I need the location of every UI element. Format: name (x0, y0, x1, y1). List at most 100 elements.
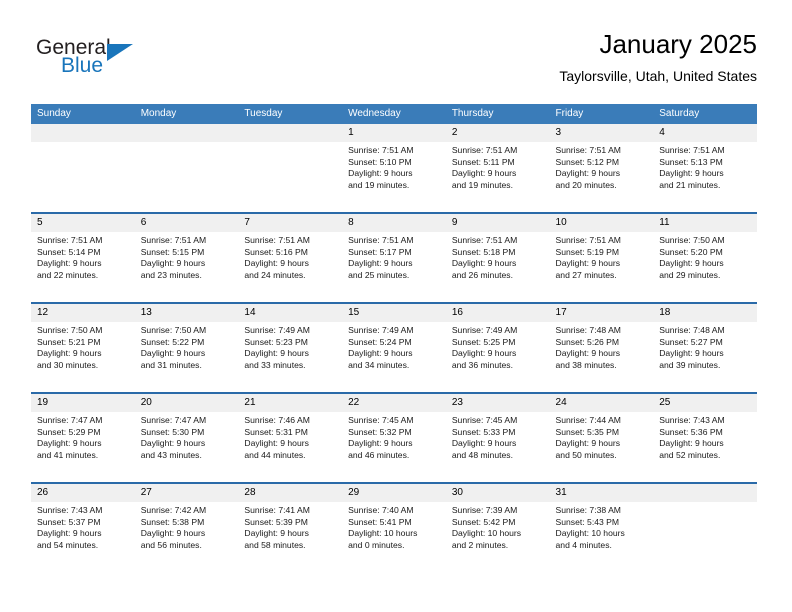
day-cell-4[interactable]: 4 Sunrise: 7:51 AM Sunset: 5:13 PM Daylight… (653, 124, 757, 212)
day-detail-line: Daylight: 9 hours (659, 258, 724, 269)
day-detail-line: Daylight: 9 hours (555, 348, 621, 359)
day-cell-9[interactable]: 9 Sunrise: 7:51 AM Sunset: 5:18 PM Daylight… (445, 214, 550, 302)
day-details: Sunrise: 7:50 AM Sunset: 5:22 PM Daylight:… (135, 322, 239, 371)
day-details: Sunrise: 7:50 AM Sunset: 5:20 PM Daylight:… (653, 232, 757, 281)
day-cell-28[interactable]: 28 Sunrise: 7:41 AM Sunset: 5:39 PM Dayligh… (238, 484, 343, 572)
day-cell-7[interactable]: 7 Sunrise: 7:51 AM Sunset: 5:16 PM Daylight… (238, 214, 343, 302)
day-detail-line: Daylight: 9 hours (140, 258, 206, 269)
day-details: Sunrise: 7:43 AM Sunset: 5:36 PM Daylight:… (653, 412, 757, 461)
day-cell-8[interactable]: 8 Sunrise: 7:51 AM Sunset: 5:17 PM Daylight… (342, 214, 446, 302)
day-cell-25[interactable]: 25 Sunrise: 7:43 AM Sunset: 5:36 PM Dayligh… (653, 394, 757, 482)
day-detail-line: Sunset: 5:31 PM (244, 426, 308, 437)
day-cell-5[interactable]: 5 Sunrise: 7:51 AM Sunset: 5:14 PM Daylight… (31, 214, 135, 302)
day-cell-16[interactable]: 16 Sunrise: 7:49 AM Sunset: 5:25 PM Dayligh… (445, 304, 550, 392)
day-detail-line: Sunrise: 7:50 AM (37, 325, 103, 335)
day-details: Sunrise: 7:39 AM Sunset: 5:42 PM Daylight:… (446, 502, 550, 551)
day-cell-19[interactable]: 19 Sunrise: 7:47 AM Sunset: 5:29 PM Dayligh… (31, 394, 135, 482)
day-cell-17[interactable]: 17 Sunrise: 7:48 AM Sunset: 5:26 PM Dayligh… (549, 304, 654, 392)
day-detail-line: Sunset: 5:36 PM (659, 426, 723, 437)
general-blue-logo[interactable]: General Blue (36, 36, 156, 84)
day-detail-line: Sunset: 5:22 PM (140, 336, 205, 347)
day-detail-line: Sunrise: 7:50 AM (659, 235, 725, 245)
day-details: Sunrise: 7:51 AM Sunset: 5:14 PM Daylight:… (31, 232, 135, 281)
day-cell-empty (653, 484, 757, 572)
day-cell-21[interactable]: 21 Sunrise: 7:46 AM Sunset: 5:31 PM Dayligh… (238, 394, 343, 482)
day-detail-line: and 38 minutes. (555, 359, 617, 370)
day-cell-20[interactable]: 20 Sunrise: 7:47 AM Sunset: 5:30 PM Dayligh… (134, 394, 239, 482)
day-number: 30 (445, 484, 550, 502)
day-details: Sunrise: 7:51 AM Sunset: 5:11 PM Daylight:… (446, 142, 550, 191)
day-detail-line: Daylight: 9 hours (659, 348, 724, 359)
day-cell-10[interactable]: 10 Sunrise: 7:51 AM Sunset: 5:19 PM Dayligh… (549, 214, 654, 302)
day-detail-line: Sunrise: 7:51 AM (451, 145, 518, 155)
day-detail-line: and 23 minutes. (140, 269, 202, 280)
day-details: Sunrise: 7:46 AM Sunset: 5:31 PM Daylight:… (238, 412, 342, 461)
day-detail-line: and 25 minutes. (348, 269, 410, 280)
day-number: 9 (445, 214, 550, 232)
day-cell-15[interactable]: 15 Sunrise: 7:49 AM Sunset: 5:24 PM Dayligh… (342, 304, 446, 392)
day-detail-line: Sunrise: 7:44 AM (555, 415, 621, 425)
day-number (31, 124, 135, 142)
day-number: 22 (342, 394, 446, 412)
day-detail-line: and 56 minutes. (140, 539, 202, 550)
day-cell-2[interactable]: 2 Sunrise: 7:51 AM Sunset: 5:11 PM Daylight… (445, 124, 550, 212)
day-detail-line: Sunrise: 7:40 AM (348, 505, 414, 515)
day-detail-line: Sunset: 5:18 PM (451, 246, 516, 257)
day-detail-line: Daylight: 10 hours (451, 528, 522, 539)
day-cell-27[interactable]: 27 Sunrise: 7:42 AM Sunset: 5:38 PM Dayligh… (134, 484, 239, 572)
calendar-week-row: 19 Sunrise: 7:47 AM Sunset: 5:29 PM Dayligh… (31, 392, 757, 482)
day-detail-line: Sunset: 5:26 PM (555, 336, 620, 347)
day-detail-line: Daylight: 9 hours (348, 438, 413, 449)
day-detail-line: Sunrise: 7:51 AM (348, 145, 414, 155)
day-cell-26[interactable]: 26 Sunrise: 7:43 AM Sunset: 5:37 PM Dayligh… (31, 484, 135, 572)
day-detail-line: and 30 minutes. (37, 359, 99, 370)
day-details: Sunrise: 7:51 AM Sunset: 5:19 PM Daylight:… (550, 232, 654, 281)
day-cell-29[interactable]: 29 Sunrise: 7:40 AM Sunset: 5:41 PM Dayligh… (342, 484, 446, 572)
weekday-header-wednesday: Wednesday (348, 108, 401, 119)
day-cell-30[interactable]: 30 Sunrise: 7:39 AM Sunset: 5:42 PM Dayligh… (445, 484, 550, 572)
day-detail-line: Sunset: 5:14 PM (37, 246, 101, 257)
day-details: Sunrise: 7:47 AM Sunset: 5:30 PM Daylight:… (135, 412, 239, 461)
day-cell-24[interactable]: 24 Sunrise: 7:44 AM Sunset: 5:35 PM Dayligh… (549, 394, 654, 482)
day-cell-22[interactable]: 22 Sunrise: 7:45 AM Sunset: 5:32 PM Dayligh… (342, 394, 446, 482)
day-detail-line: Sunset: 5:42 PM (451, 516, 516, 527)
day-detail-line: Sunset: 5:29 PM (37, 426, 101, 437)
day-number: 26 (31, 484, 135, 502)
day-detail-line: and 39 minutes. (659, 359, 721, 370)
day-number: 29 (342, 484, 446, 502)
calendar-week-row: 1 Sunrise: 7:51 AM Sunset: 5:10 PM Daylight… (31, 124, 757, 212)
day-detail-line: Sunrise: 7:45 AM (348, 415, 414, 425)
day-cell-18[interactable]: 18 Sunrise: 7:48 AM Sunset: 5:27 PM Dayligh… (653, 304, 757, 392)
day-cell-13[interactable]: 13 Sunrise: 7:50 AM Sunset: 5:22 PM Dayligh… (134, 304, 239, 392)
day-details: Sunrise: 7:51 AM Sunset: 5:16 PM Daylight:… (238, 232, 342, 281)
day-cell-14[interactable]: 14 Sunrise: 7:49 AM Sunset: 5:23 PM Dayligh… (238, 304, 343, 392)
day-detail-line: and 19 minutes. (348, 179, 410, 190)
day-detail-line: Sunset: 5:10 PM (348, 156, 412, 167)
day-cell-31[interactable]: 31 Sunrise: 7:38 AM Sunset: 5:43 PM Dayligh… (549, 484, 654, 572)
day-detail-line: Daylight: 9 hours (659, 438, 724, 449)
day-cell-11[interactable]: 11 Sunrise: 7:50 AM Sunset: 5:20 PM Dayligh… (653, 214, 757, 302)
day-detail-line: and 43 minutes. (140, 449, 202, 460)
weekday-header-friday: Friday (555, 108, 584, 119)
day-detail-line: and 44 minutes. (244, 449, 306, 460)
day-detail-line: Sunset: 5:24 PM (348, 336, 412, 347)
day-detail-line: Sunrise: 7:49 AM (348, 325, 414, 335)
day-detail-line: Daylight: 9 hours (37, 528, 102, 539)
day-number: 20 (134, 394, 239, 412)
day-number: 1 (342, 124, 446, 142)
day-cell-1[interactable]: 1 Sunrise: 7:51 AM Sunset: 5:10 PM Daylight… (342, 124, 446, 212)
calendar-week-row: 26 Sunrise: 7:43 AM Sunset: 5:37 PM Dayligh… (31, 482, 757, 572)
day-cell-6[interactable]: 6 Sunrise: 7:51 AM Sunset: 5:15 PM Daylight… (134, 214, 239, 302)
day-detail-line: and 41 minutes. (37, 449, 99, 460)
day-details: Sunrise: 7:51 AM Sunset: 5:17 PM Daylight:… (342, 232, 446, 281)
day-details: Sunrise: 7:45 AM Sunset: 5:33 PM Daylight:… (446, 412, 550, 461)
day-detail-line: and 4 minutes. (555, 539, 612, 550)
day-cell-12[interactable]: 12 Sunrise: 7:50 AM Sunset: 5:21 PM Dayligh… (31, 304, 135, 392)
day-detail-line: Sunrise: 7:41 AM (244, 505, 310, 515)
day-detail-line: Daylight: 9 hours (348, 258, 413, 269)
day-detail-line: Sunrise: 7:51 AM (659, 145, 725, 155)
day-cell-23[interactable]: 23 Sunrise: 7:45 AM Sunset: 5:33 PM Dayligh… (445, 394, 550, 482)
day-detail-line: and 33 minutes. (244, 359, 306, 370)
day-cell-empty (134, 124, 239, 212)
day-cell-3[interactable]: 3 Sunrise: 7:51 AM Sunset: 5:12 PM Daylight… (549, 124, 654, 212)
